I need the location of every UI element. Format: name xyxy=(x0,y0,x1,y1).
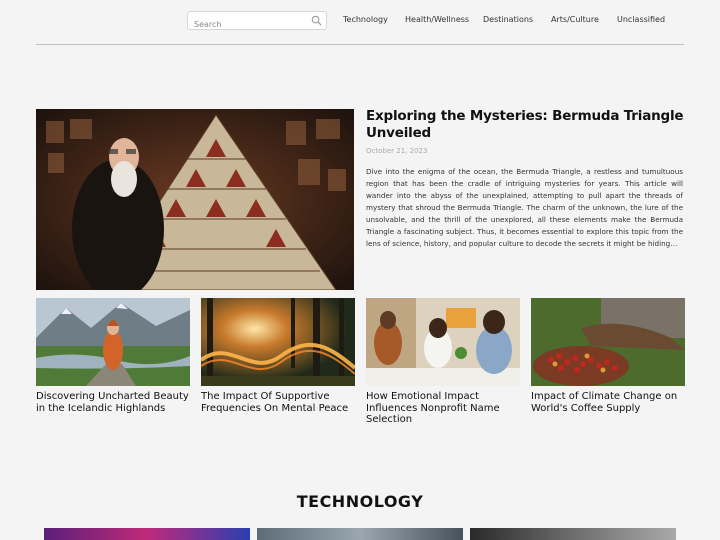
article-card[interactable]: Impact of Climate Change on World's Coff… xyxy=(531,298,685,414)
card-title[interactable]: Discovering Uncharted Beauty in the Icel… xyxy=(36,391,190,414)
hero-image[interactable] xyxy=(36,109,354,290)
hero-excerpt: Dive into the enigma of the ocean, the B… xyxy=(366,167,683,248)
section-heading: TECHNOLOGY xyxy=(296,492,424,511)
nav-item-unclassified[interactable]: Unclassified xyxy=(617,15,665,24)
search-input[interactable] xyxy=(188,16,306,33)
article-card[interactable]: How Emotional Impact Influences Nonprofi… xyxy=(366,298,520,426)
tech-card-thumbnail[interactable] xyxy=(257,528,463,540)
tech-card-thumbnail[interactable] xyxy=(470,528,676,540)
nav-item-arts-culture[interactable]: Arts/Culture xyxy=(551,15,599,24)
article-card[interactable]: The Impact Of Supportive Frequencies On … xyxy=(201,298,355,414)
nav-item-health-wellness[interactable]: Health/Wellness xyxy=(405,15,469,24)
search-icon[interactable] xyxy=(311,15,322,26)
card-title[interactable]: How Emotional Impact Influences Nonprofi… xyxy=(366,391,520,426)
nav-item-technology[interactable]: Technology xyxy=(343,15,388,24)
site-header: Technology Health/Wellness Destinations … xyxy=(0,0,720,45)
card-thumbnail[interactable] xyxy=(36,298,190,386)
card-title[interactable]: The Impact Of Supportive Frequencies On … xyxy=(201,391,355,414)
card-thumbnail[interactable] xyxy=(366,298,520,386)
nav-item-destinations[interactable]: Destinations xyxy=(483,15,533,24)
article-card[interactable]: Discovering Uncharted Beauty in the Icel… xyxy=(36,298,190,414)
hero-date: October 21, 2023 xyxy=(366,147,428,155)
tech-card-thumbnail[interactable] xyxy=(44,528,250,540)
card-thumbnail[interactable] xyxy=(531,298,685,386)
card-thumbnail[interactable] xyxy=(201,298,355,386)
search-box[interactable] xyxy=(187,11,327,33)
card-title[interactable]: Impact of Climate Change on World's Coff… xyxy=(531,391,685,414)
hero-title[interactable]: Exploring the Mysteries: Bermuda Triangl… xyxy=(366,108,686,142)
header-divider xyxy=(36,44,684,45)
